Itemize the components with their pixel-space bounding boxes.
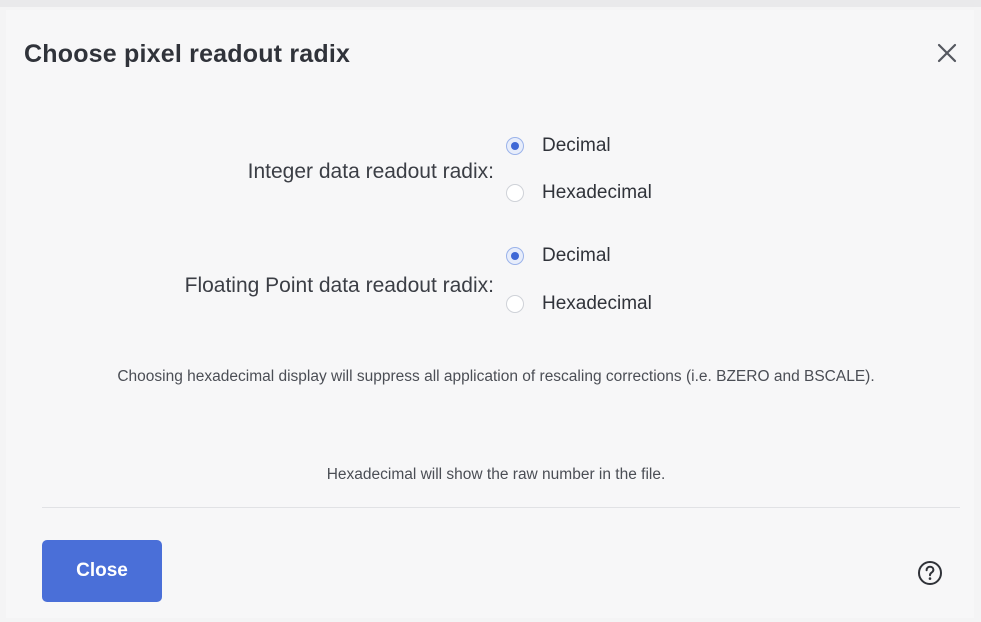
integer-decimal-option[interactable]: Decimal: [506, 132, 611, 160]
integer-hexadecimal-radio[interactable]: [506, 184, 524, 202]
help-circle-icon[interactable]: [917, 560, 943, 586]
float-decimal-option[interactable]: Decimal: [506, 242, 611, 270]
float-decimal-label: Decimal: [542, 245, 611, 266]
dialog-title: Choose pixel readout radix: [24, 40, 351, 68]
integer-decimal-label: Decimal: [542, 135, 611, 156]
float-radix-row: Floating Point data readout radix: Decim…: [6, 245, 974, 370]
background-strip: [0, 0, 981, 7]
radix-form: Integer data readout radix: Decimal Hexa…: [6, 122, 974, 370]
float-decimal-radio[interactable]: [506, 247, 524, 265]
float-hexadecimal-label: Hexadecimal: [542, 293, 652, 314]
close-icon[interactable]: [930, 36, 964, 70]
integer-decimal-radio[interactable]: [506, 137, 524, 155]
float-hexadecimal-radio[interactable]: [506, 295, 524, 313]
dialog-header: Choose pixel readout radix: [24, 36, 964, 76]
radix-dialog: Choose pixel readout radix Integer data …: [6, 10, 974, 618]
float-radix-label: Floating Point data readout radix:: [184, 274, 494, 297]
integer-hexadecimal-option[interactable]: Hexadecimal: [506, 179, 652, 207]
float-hexadecimal-option[interactable]: Hexadecimal: [506, 290, 652, 318]
close-button[interactable]: Close: [42, 540, 162, 602]
rescaling-note: Choosing hexadecimal display will suppre…: [117, 368, 875, 385]
integer-radix-label: Integer data readout radix:: [247, 160, 494, 183]
integer-radix-row: Integer data readout radix: Decimal Hexa…: [6, 122, 974, 246]
raw-number-note: Hexadecimal will show the raw number in …: [326, 466, 666, 483]
footer-divider: [42, 507, 960, 508]
integer-hexadecimal-label: Hexadecimal: [542, 182, 652, 203]
